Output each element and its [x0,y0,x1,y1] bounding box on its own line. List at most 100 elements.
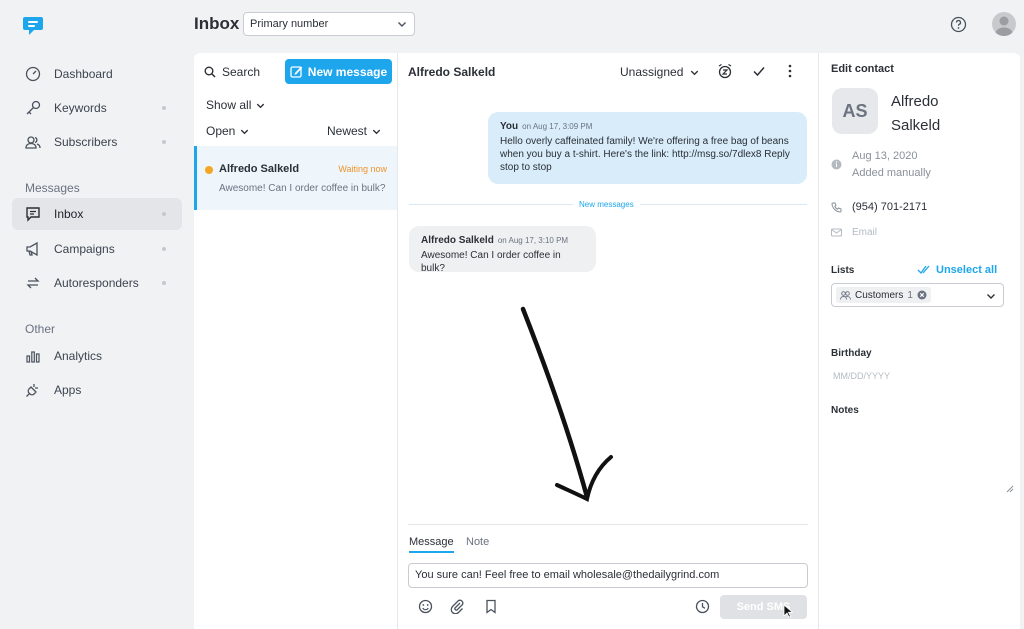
sort-label: Newest [327,124,368,138]
send-sms-button[interactable]: Send SMS [720,595,807,619]
message-sender: Alfredo Salkeld [421,235,494,246]
unselect-all-link[interactable]: Unselect all [917,264,997,276]
contact-email-row[interactable]: Email [831,227,877,238]
page-title: Inbox [194,14,240,33]
notes-label: Notes [831,405,859,416]
outgoing-message-bubble: You on Aug 17, 3:09 PM Hello overly caffe… [488,112,807,184]
megaphone-icon [24,240,42,258]
sort-dropdown[interactable]: Newest [327,124,382,138]
message-compose-input[interactable]: You sure can! Feel free to email wholesa… [408,563,808,588]
sidebar-item-keywords[interactable]: Keywords [12,92,182,124]
sidebar-item-label: Keywords [54,101,107,115]
user-avatar[interactable] [992,12,1016,36]
birthday-field[interactable]: MM/DD/YYYY [833,371,890,381]
section-heading-other: Other [25,322,56,336]
message-timestamp: on Aug 17, 3:10 PM [497,236,569,245]
email-field: Email [852,227,878,238]
chevron-down-icon [987,294,995,299]
assignee-dropdown[interactable]: Unassigned [620,65,700,79]
close-conversation-check-icon[interactable] [751,63,767,79]
mouse-cursor-icon [783,604,793,618]
status-filter-label: Open [206,124,236,138]
resize-handle-icon[interactable] [1006,485,1014,493]
lists-label: Lists [831,265,855,276]
sidebar-item-label: Dashboard [54,67,113,81]
lists-select[interactable]: Customers 1 [831,283,1004,307]
unselect-all-label: Unselect all [936,264,998,276]
contact-panel: Edit contact AS Alfredo Salkeld Aug 13, … [819,53,1020,629]
inbox-chat-icon [24,205,42,223]
schedule-clock-icon[interactable] [695,599,710,614]
conversation-preview: Awesome! Can I order coffee in bulk? [219,183,386,194]
new-messages-label: New messages [573,200,640,209]
sidebar-item-apps[interactable]: Apps [12,374,182,406]
double-check-icon [917,265,930,275]
remove-chip-icon[interactable] [917,290,927,300]
dashboard-icon [24,65,42,83]
tab-note[interactable]: Note [466,536,489,548]
search-icon [204,66,216,78]
chevron-down-icon [257,103,265,108]
sidebar-item-subscribers[interactable]: Subscribers [12,126,182,158]
conversation-title: Alfredo Salkeld [408,65,496,79]
contact-phone: (954) 701-2171 [852,201,928,213]
search-button[interactable]: Search [204,65,260,79]
message-timestamp: on Aug 17, 3:09 PM [522,122,593,131]
phone-number-select[interactable]: Primary number [243,12,415,36]
new-message-button[interactable]: New message [285,59,392,84]
contact-phone-row[interactable]: (954) 701-2171 [831,201,927,213]
sidebar-item-label: Autoresponders [54,276,139,290]
show-filter-label: Show all [206,98,252,112]
sidebar-item-label: Inbox [54,207,84,221]
chevron-down-icon [241,129,249,134]
expand-dot-icon [162,212,166,216]
email-envelope-icon [831,228,842,237]
status-filter-dropdown[interactable]: Open [206,124,250,138]
contact-added-method: Added manually [852,167,931,179]
waiting-status-dot [205,166,213,174]
subscribers-icon [24,133,42,151]
info-icon [831,159,842,170]
sidebar-item-analytics[interactable]: Analytics [12,340,182,372]
more-vertical-icon[interactable] [784,63,796,79]
phone-icon [831,202,842,213]
sidebar-item-label: Analytics [54,349,103,363]
help-icon[interactable] [950,16,967,33]
incoming-message-bubble: Alfredo Salkeld on Aug 17, 3:10 PM Awesom… [409,226,596,274]
hand-drawn-arrow-annotation [520,306,613,502]
compose-icon [290,66,303,78]
avatar-person-icon [995,16,1013,36]
assignee-label: Unassigned [620,65,684,79]
expand-dot-icon [162,140,166,144]
tab-message[interactable]: Message [409,536,454,553]
conversation-list-item[interactable]: Alfredo Salkeld Waiting now Awesome! Can… [194,146,397,210]
expand-dot-icon [162,106,166,110]
contact-name[interactable]: Alfredo Salkeld [891,90,981,138]
sidebar-item-dashboard[interactable]: Dashboard [12,58,182,90]
sidebar-item-autoresponders[interactable]: Autoresponders [12,267,182,299]
sidebar: Dashboard Keywords Subscribers Messages … [0,0,194,629]
contact-panel-title: Edit contact [831,63,894,75]
message-sender: You [500,121,519,132]
attachment-paperclip-icon[interactable] [450,599,465,614]
sidebar-item-label: Apps [54,383,82,397]
bookmark-icon[interactable] [484,599,498,614]
expand-dot-icon [162,281,166,285]
chevron-down-icon [691,70,699,75]
section-heading-messages: Messages [25,181,80,195]
list-chip-label: Customers [855,289,904,301]
conversation-contact-name: Alfredo Salkeld [219,163,300,175]
plug-icon [24,381,42,399]
snooze-clock-icon[interactable] [717,63,733,79]
show-filter-dropdown[interactable]: Show all [206,98,266,112]
new-message-label: New message [307,64,388,79]
key-icon [24,99,42,117]
emoji-icon[interactable] [418,599,433,614]
list-chip-count: 1 [907,289,913,301]
autoresponder-arrows-icon [24,274,42,292]
group-icon [840,290,851,300]
contact-avatar: AS [832,88,878,134]
sidebar-item-campaigns[interactable]: Campaigns [12,233,182,265]
app-logo-icon[interactable] [22,14,44,36]
sidebar-item-inbox[interactable]: Inbox [12,198,182,230]
